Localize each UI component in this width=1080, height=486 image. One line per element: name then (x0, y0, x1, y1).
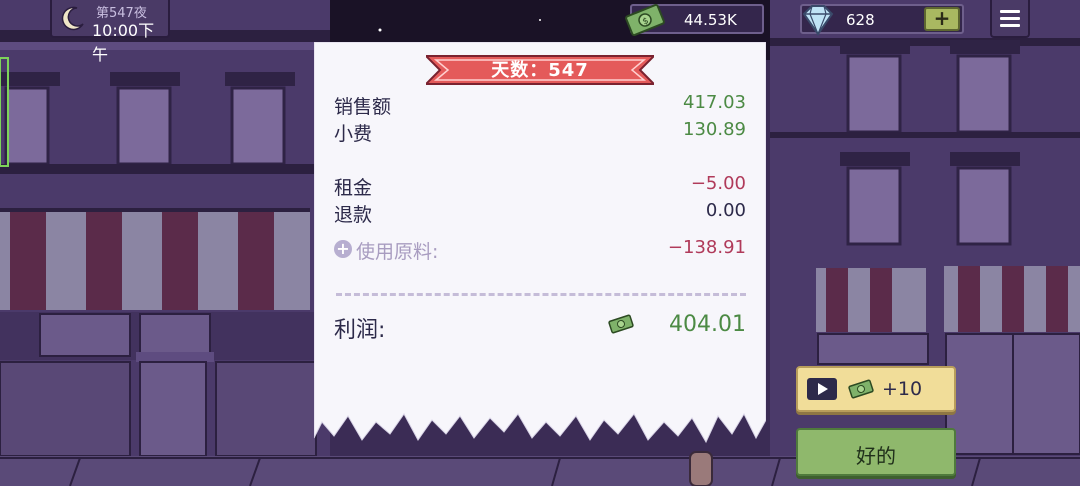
menu-button[interactable] (990, 0, 1030, 38)
rent-value: −5.00 (690, 173, 746, 194)
profit-label: 利润: (334, 318, 386, 343)
sales-value: 417.03 (683, 92, 746, 113)
money-value: 44.53K (684, 11, 737, 29)
moon-icon (61, 6, 84, 31)
cash-icon (608, 314, 634, 334)
expand-plus-icon[interactable]: + (334, 240, 352, 258)
ok-button[interactable]: 好的 (796, 428, 956, 476)
gem-counter: 628 + (800, 4, 964, 36)
ad-reward-amount: +10 (882, 378, 923, 400)
video-play-icon (807, 378, 837, 400)
sales-row: 销售额 417.03 (334, 92, 746, 118)
ingredients-value: −138.91 (667, 237, 746, 258)
tips-label: 小费 (334, 123, 373, 145)
gem-value: 628 (846, 11, 875, 29)
tips-value: 130.89 (683, 119, 746, 140)
buy-gems-button[interactable]: + (924, 7, 960, 31)
rent-row: 租金 −5.00 (334, 173, 746, 199)
sales-label: 销售额 (334, 96, 392, 118)
tips-row: 小费 130.89 (334, 119, 746, 145)
dashed-divider (336, 293, 746, 296)
refund-row: 退款 0.00 (334, 200, 746, 226)
cash-icon: $ (625, 3, 665, 37)
cash-icon (848, 379, 874, 399)
day-counter: 天数：547 (491, 60, 589, 81)
daily-receipt: 天数：547 销售额 417.03 小费 130.89 租金 −5.00 退款 … (314, 42, 766, 452)
profit-row: 利润: 404.01 (334, 312, 746, 343)
refund-value: 0.00 (705, 200, 746, 221)
ingredients-row[interactable]: + 使用原料: −138.91 (334, 237, 746, 263)
refund-label: 退款 (334, 204, 373, 226)
ingredients-label: 使用原料: (356, 241, 439, 263)
watch-ad-bonus-button[interactable]: +10 (796, 366, 956, 412)
diamond-icon (802, 5, 834, 36)
night-time-badge: 第547夜 10:00下午 (50, 0, 170, 64)
rent-label: 租金 (334, 177, 373, 199)
money-counter: $ 44.53K (625, 3, 764, 37)
profit-value: 404.01 (669, 312, 746, 337)
clock-time: 10:00下午 (92, 21, 155, 64)
ok-button-label: 好的 (856, 444, 896, 468)
